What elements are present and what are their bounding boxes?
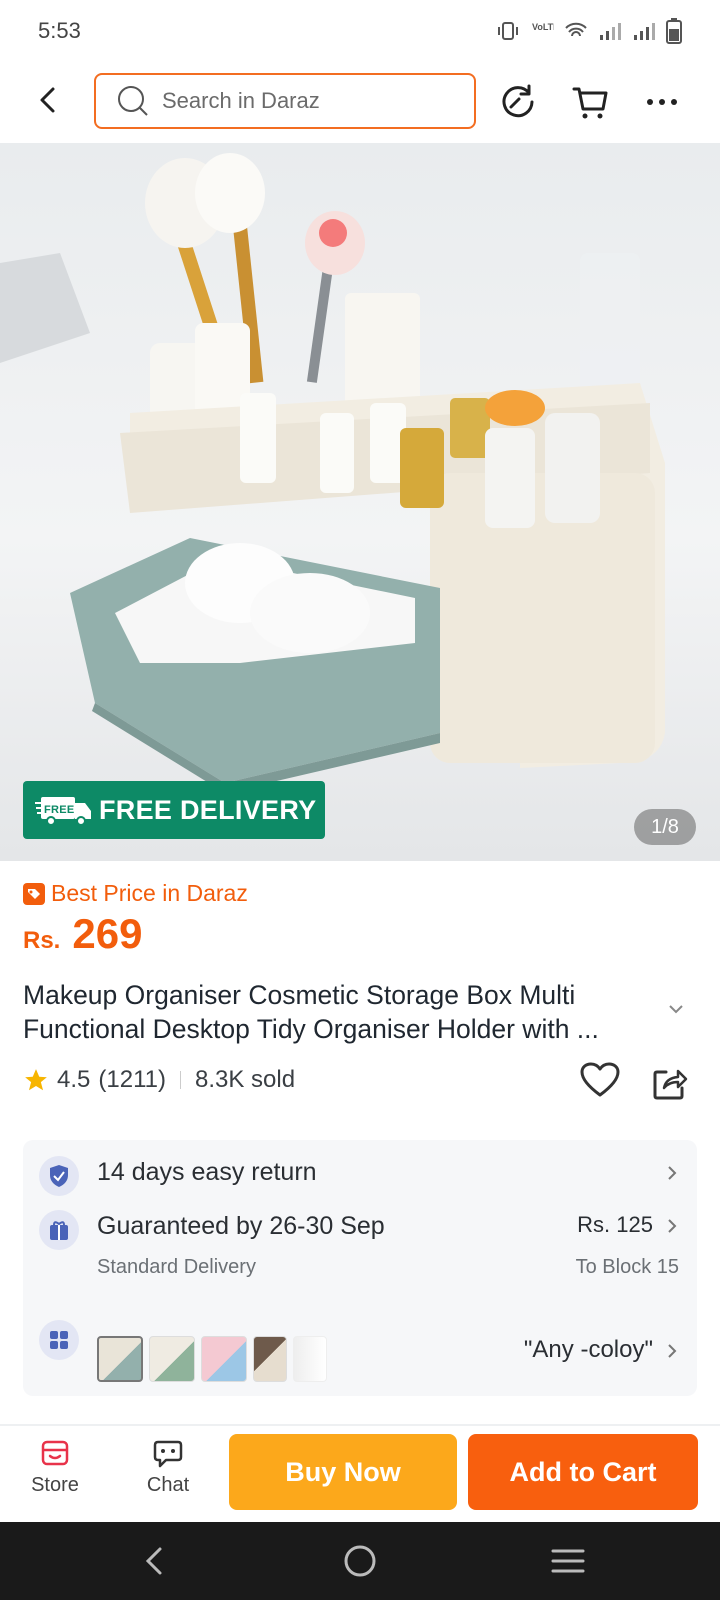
nav-menu-icon [551,1549,585,1573]
nav-home-icon [344,1545,376,1577]
price-amount: 269 [72,910,143,957]
chat-label: Chat [146,1474,190,1496]
price-tag-icon [23,882,45,905]
free-delivery-text: FREE DELIVERY [99,794,317,825]
delivery-guarantee-text: Guaranteed by 26-30 Sep [97,1212,385,1240]
signal-2-icon [634,23,655,40]
bottom-action-bar: Store Chat Buy Now Add to Cart [0,1426,720,1522]
status-time: 5:53 [38,18,81,43]
shield-check-icon [50,1165,68,1187]
return-row[interactable]: 14 days easy return [23,1140,697,1200]
product-image-carousel[interactable]: FREE FREE DELIVERY 1/8 [0,143,720,861]
nav-back-icon [145,1547,162,1575]
sold-count: 8.3K sold [194,1066,296,1093]
store-label: Store [31,1474,79,1496]
volte-icon: VoLTE2 [532,22,554,32]
delivery-type-text: Standard Delivery [97,1256,256,1278]
nav-recents-button[interactable] [546,1539,590,1583]
header [0,62,720,140]
history-button[interactable] [496,80,540,124]
rating-separator [179,1071,181,1089]
share-icon[interactable] [652,1066,688,1100]
history-icon [502,84,534,118]
cart-button[interactable] [568,80,612,124]
battery-icon [666,18,682,44]
add-to-cart-button[interactable]: Add to Cart [468,1434,698,1510]
variant-thumb[interactable] [253,1336,287,1382]
system-nav-bar [0,1522,720,1600]
delivery-price: Rs. 125 [577,1212,653,1237]
variant-thumb[interactable] [293,1336,327,1382]
signal-icon [600,23,621,40]
best-price-text: Best Price in Daraz [51,880,248,906]
chevron-right-icon [668,1344,677,1358]
return-text: 14 days easy return [97,1158,317,1186]
search-icon [118,86,148,116]
product-title[interactable]: Makeup Organiser Cosmetic Storage Box Mu… [23,978,673,1046]
rating-count: (1211) [98,1066,166,1093]
star-icon [25,1069,47,1091]
free-delivery-badge: FREE FREE DELIVERY [23,781,325,839]
price: Rs. 269 [23,910,142,958]
grid-icon [50,1331,68,1349]
back-button[interactable] [28,78,68,122]
delivery-row[interactable]: Guaranteed by 26-30 Sep Standard Deliver… [23,1206,697,1302]
price-currency: Rs. [23,927,61,954]
wifi-icon [565,22,587,37]
status-icons: VoLTE2 [496,18,682,44]
image-page-indicator: 1/8 [634,809,696,845]
chat-button[interactable]: Chat [128,1438,208,1497]
svg-text:VoLTE2: VoLTE2 [532,22,554,32]
product-image [0,153,665,793]
vibrate-icon [498,22,518,40]
truck-text: FREE [44,804,75,816]
buy-now-button[interactable]: Buy Now [229,1434,457,1510]
cart-icon [572,87,608,119]
truck-icon: FREE [35,797,91,826]
store-button[interactable]: Store [15,1438,95,1497]
chevron-right-icon [668,1219,677,1233]
variant-thumbnails [97,1336,327,1382]
shield-circle [39,1156,79,1196]
status-bar: 5:53 VoLTE2 [0,0,720,62]
store-icon [41,1440,69,1466]
more-icon [647,99,677,105]
variant-text[interactable]: "Any -coloy" [524,1336,653,1364]
nav-back-button[interactable] [132,1539,176,1583]
variant-thumb[interactable] [149,1336,195,1382]
variant-circle [39,1320,79,1360]
service-card: 14 days easy return Guaranteed by 26-30 … [23,1140,697,1396]
search-input[interactable] [162,88,442,114]
variant-thumb[interactable] [97,1336,143,1382]
back-arrow-icon [40,87,55,113]
chevron-down-icon[interactable] [668,1004,684,1014]
heart-icon[interactable] [580,1062,620,1098]
chevron-right-icon [668,1166,677,1180]
best-price-label[interactable]: Best Price in Daraz [23,880,248,907]
variant-thumb[interactable] [201,1336,247,1382]
delivery-location: To Block 15 [575,1256,679,1278]
search-box[interactable] [94,73,476,129]
rating-value: 4.5 [57,1066,91,1093]
gift-icon [50,1221,68,1240]
more-button[interactable] [640,80,684,124]
rating-row[interactable]: 4.5 (1211) 8.3K sold [23,1066,295,1094]
gift-circle [39,1210,79,1250]
chat-icon [153,1440,183,1468]
nav-home-button[interactable] [338,1539,382,1583]
